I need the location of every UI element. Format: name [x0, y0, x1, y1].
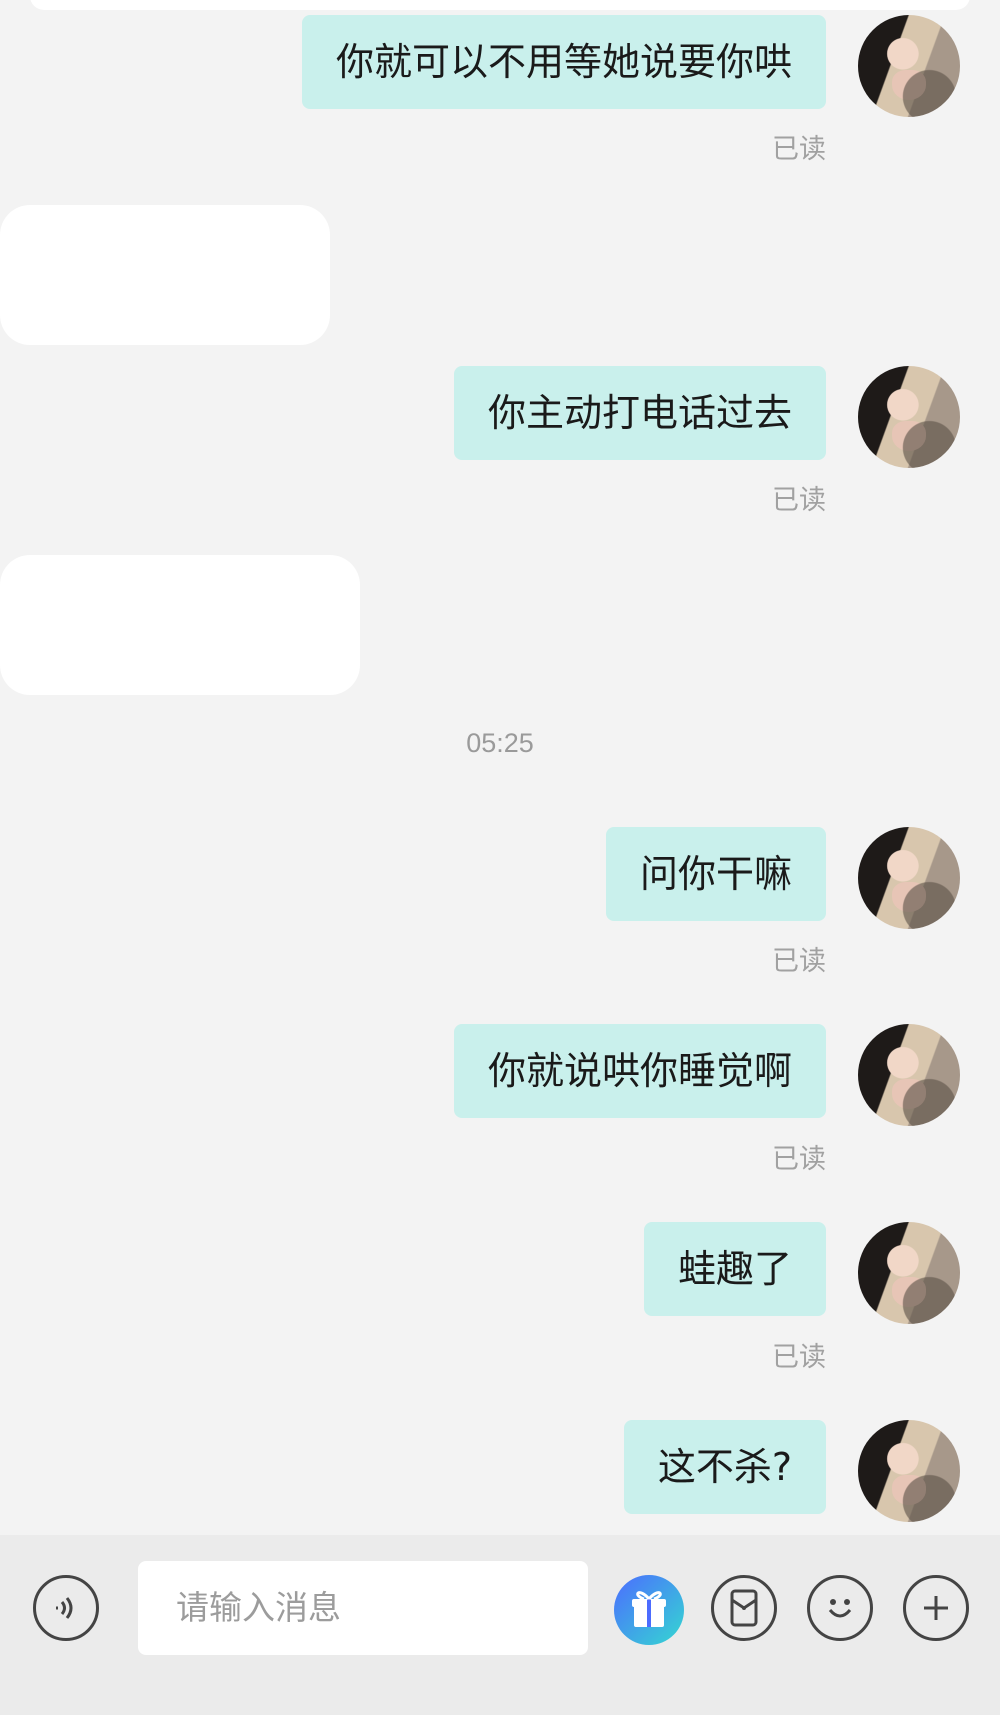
message-bubble[interactable]: 你就可以不用等她说要你哄 — [301, 15, 826, 109]
red-packet-icon[interactable] — [711, 1575, 777, 1641]
emoji-icon[interactable] — [807, 1575, 873, 1641]
read-status: 已读 — [772, 134, 826, 165]
read-status: 已读 — [772, 1144, 826, 1175]
timestamp: 05:25 — [466, 728, 534, 758]
gift-icon[interactable] — [614, 1575, 684, 1645]
redacted-incoming-message-1 — [0, 205, 330, 345]
avatar[interactable] — [858, 1420, 960, 1522]
read-status: 已读 — [772, 946, 826, 977]
read-status: 已读 — [772, 1342, 826, 1373]
redacted-incoming-message-2 — [0, 555, 360, 695]
previous-message-edge — [30, 0, 970, 10]
message-bubble[interactable]: 你就说哄你睡觉啊 — [453, 1024, 826, 1118]
avatar[interactable] — [858, 827, 960, 929]
message-bubble[interactable]: 这不杀? — [623, 1420, 826, 1514]
message-bubble[interactable]: 问你干嘛 — [605, 827, 826, 921]
avatar[interactable] — [858, 15, 960, 117]
message-bubble[interactable]: 你主动打电话过去 — [453, 366, 826, 460]
plus-icon[interactable] — [903, 1575, 969, 1641]
voice-icon[interactable] — [33, 1575, 99, 1641]
message-input[interactable]: 请输入消息 — [138, 1561, 588, 1655]
read-status: 已读 — [772, 485, 826, 516]
avatar[interactable] — [858, 1024, 960, 1126]
avatar[interactable] — [858, 1222, 960, 1324]
message-bubble[interactable]: 蛙趣了 — [643, 1222, 826, 1316]
avatar[interactable] — [858, 366, 960, 468]
